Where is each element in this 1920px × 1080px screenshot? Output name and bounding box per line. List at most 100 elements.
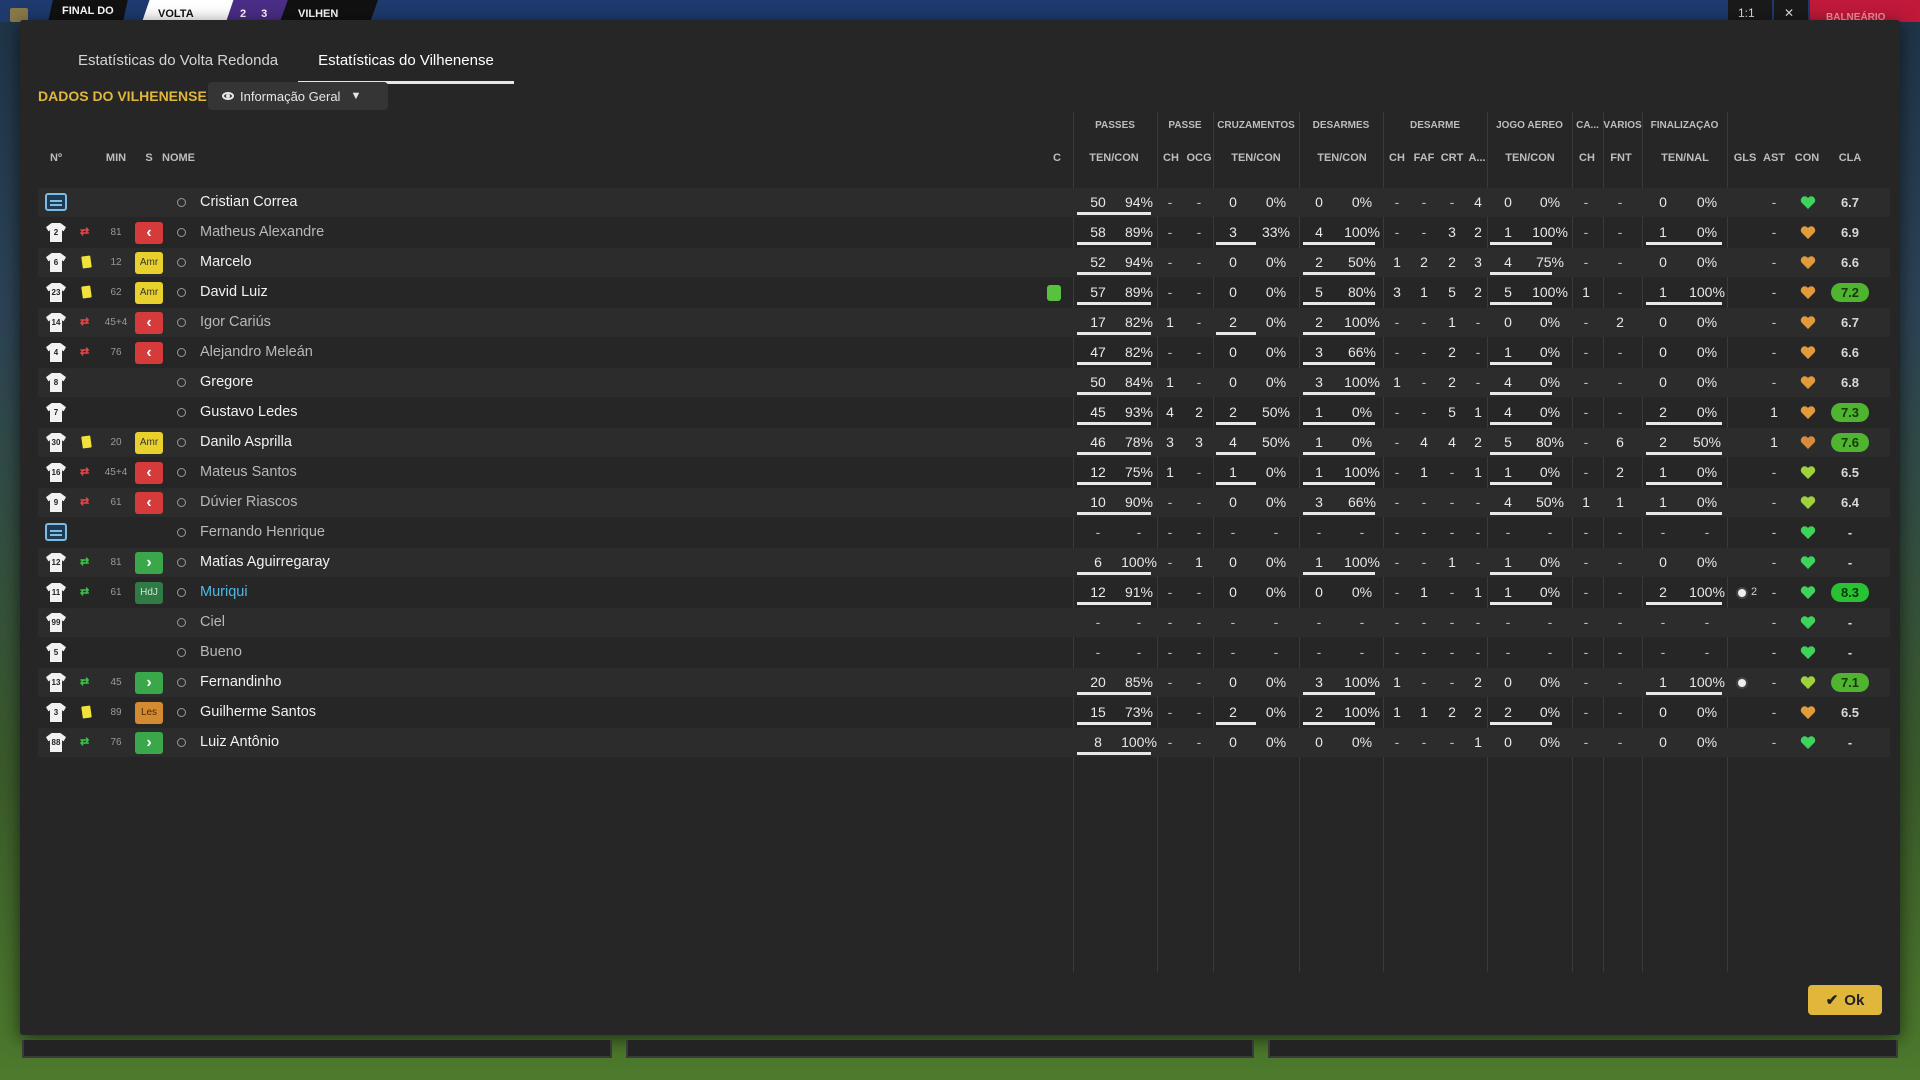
- table-row[interactable]: 6 12 Amr Marcelo 52 94% - -0 0% 2 50% 1 2 2 3 4 75% - -0 0%…: [38, 248, 1890, 277]
- column-header-des-a[interactable]: A...: [1466, 152, 1488, 164]
- bar-underline: [1077, 302, 1151, 305]
- player-name[interactable]: Matheus Alexandre: [200, 218, 500, 247]
- table-row[interactable]: 23 62 Amr David Luiz 57 89% - -0 0% 5 80% 3 1 5 2 5 100%…: [38, 278, 1890, 307]
- table-row[interactable]: 99 Ciel - - - - - - - - - - - - - - - - - - - -: [38, 608, 1890, 637]
- player-name[interactable]: Dúvier Riascos: [200, 488, 500, 517]
- table-row[interactable]: 5 Bueno - - - - - - - - - - - - - - - - - - - -: [38, 638, 1890, 667]
- column-header-ast[interactable]: AST: [1761, 152, 1787, 164]
- close-match-button[interactable]: ✕: [1774, 0, 1808, 22]
- player-name[interactable]: Alejandro Meleán: [200, 338, 500, 367]
- player-name[interactable]: Cristian Correa: [200, 188, 500, 217]
- column-header-s[interactable]: S: [136, 152, 162, 164]
- table-row[interactable]: 16 ⇄ 45+4 ‹ Mateus Santos 12 75% 1-1 0% 1 100% -1-1…: [38, 458, 1890, 487]
- player-name[interactable]: Danilo Asprilla: [200, 428, 500, 457]
- rating-badge: 7.2: [1831, 283, 1869, 302]
- player-name[interactable]: Muriqui: [200, 578, 500, 607]
- cruz-count: 0: [1229, 494, 1237, 510]
- ca-ch: -: [1583, 434, 1589, 450]
- player-profile-icon: [176, 528, 186, 538]
- player-name[interactable]: Mateus Santos: [200, 458, 500, 487]
- varios-fnt: -: [1617, 704, 1623, 720]
- cruz-percent: 0%: [1265, 464, 1287, 480]
- table-row[interactable]: 7 Gustavo Ledes 45 93% 4 2 2 50% 1 0% - -5 1 4 0% - -2 0%…: [38, 398, 1890, 427]
- desarme-dcrt: -: [1449, 644, 1455, 660]
- player-name[interactable]: Igor Cariús: [200, 308, 500, 337]
- cruz-percent: 0%: [1265, 584, 1287, 600]
- desarme-dcrt: 2: [1448, 254, 1456, 270]
- column-header-nome[interactable]: NOME: [162, 152, 222, 164]
- table-row[interactable]: 88 ⇄ 76 › Luiz Antônio 8 100% - -0 0% 0 0% - - -1 0 0% - -…: [38, 728, 1890, 757]
- player-name[interactable]: Gregore: [200, 368, 500, 397]
- player-name[interactable]: Matías Aguirregaray: [200, 548, 500, 577]
- table-row[interactable]: 30 20 Amr Danilo Asprilla 46 78% 3 3 4 50% 1 0% -4 4 2…: [38, 428, 1890, 457]
- column-header-passes[interactable]: TEN/CON: [1076, 152, 1152, 164]
- player-name[interactable]: Marcelo: [200, 248, 500, 277]
- group-header: VÁRIOS: [1603, 120, 1642, 131]
- column-header-aereo[interactable]: TEN/CON: [1490, 152, 1570, 164]
- desarme-dch: -: [1394, 404, 1400, 420]
- tab-volta-redonda[interactable]: Estatísticas do Volta Redonda: [58, 52, 298, 84]
- column-header-des-ch[interactable]: CH: [1386, 152, 1408, 164]
- sub-off-icon: ‹: [135, 342, 163, 364]
- column-header-passe-ch[interactable]: CH: [1160, 152, 1182, 164]
- ca-ch: -: [1583, 224, 1589, 240]
- view-dropdown[interactable]: Informação Geral ▼: [208, 82, 388, 110]
- desarme-da: -: [1475, 614, 1481, 630]
- column-header-con[interactable]: CON: [1790, 152, 1824, 164]
- varios-fnt: -: [1617, 344, 1623, 360]
- player-name[interactable]: Bueno: [200, 638, 500, 667]
- column-header-des-crt[interactable]: CRT: [1440, 152, 1464, 164]
- desarme-dch: -: [1394, 614, 1400, 630]
- column-header-cla[interactable]: CLA: [1832, 152, 1868, 164]
- column-header-passe-ocg[interactable]: OCG: [1184, 152, 1214, 164]
- minute-cell: 62: [110, 287, 122, 298]
- ca-ch: -: [1583, 344, 1589, 360]
- table-row[interactable]: 4 ⇄ 76 ‹ Alejandro Meleán 47 82% - -0 0% 3 66% - -2-1…: [38, 338, 1890, 367]
- column-header-fin[interactable]: TEN/NAL: [1645, 152, 1725, 164]
- table-row[interactable]: 13 ⇄ 45 › Fernandinho 20 85% - -0 0% 3 100% 1- -2 0 0% -…: [38, 668, 1890, 697]
- table-row[interactable]: 14 ⇄ 45+4 ‹ Igor Cariús 17 82% 1-2 0% 2 100% - -1-0 0…: [38, 308, 1890, 337]
- column-header-des-faf[interactable]: FAF: [1412, 152, 1436, 164]
- table-row[interactable]: 12 ⇄ 81 › Matías Aguirregaray 6 100% -1 0 0% 1 100%…: [38, 548, 1890, 577]
- table-row[interactable]: Cristian Correa 50 94% - -0 0% 0 0% - - -4 0 0% - -0 0%…: [38, 188, 1890, 217]
- player-name[interactable]: Fernando Henrique: [200, 518, 500, 547]
- speed-control[interactable]: 1:1: [1728, 0, 1772, 22]
- column-header-cruz[interactable]: TEN/CON: [1216, 152, 1296, 164]
- player-name[interactable]: Luiz Antônio: [200, 728, 500, 757]
- ok-button[interactable]: ✔ Ok: [1808, 985, 1882, 1015]
- shirt-icon: 14: [46, 313, 66, 332]
- table-row[interactable]: 11 ⇄ 61 HdJ Muriqui 12 91% - -0 0% 0 0% -1-1 1 0% - -2 10…: [38, 578, 1890, 607]
- column-header-min[interactable]: MIN: [98, 152, 134, 164]
- ca-ch: -: [1583, 734, 1589, 750]
- column-header-ca-ch[interactable]: CH: [1576, 152, 1598, 164]
- player-name[interactable]: Ciel: [200, 608, 500, 637]
- rating-badge: 6.9: [1840, 225, 1860, 240]
- sub-on-icon: ›: [135, 552, 163, 574]
- substitution-out-icon: ⇄: [80, 316, 90, 328]
- column-header-desarmes[interactable]: TEN/CON: [1304, 152, 1380, 164]
- table-row[interactable]: 8 Gregore 50 84% 1-0 0% 3 100% 1-2-4 0% - -0 0% -6.8: [38, 368, 1890, 397]
- column-header-c[interactable]: C: [1050, 152, 1064, 164]
- player-name[interactable]: David Luiz: [200, 278, 500, 307]
- ca-ch: -: [1583, 614, 1589, 630]
- column-header-gls[interactable]: GLS: [1732, 152, 1758, 164]
- morale-heart-icon: [1800, 555, 1816, 570]
- ca-ch: -: [1583, 254, 1589, 270]
- table-row[interactable]: 9 ⇄ 61 ‹ Dúvier Riascos 10 90% - -0 0% 3 66% - - - -4 50…: [38, 488, 1890, 517]
- table-row[interactable]: 3 89 Les Guilherme Santos 15 73% - -2 0% 2 100% 1 1 2…: [38, 698, 1890, 727]
- column-header-num[interactable]: Nº: [42, 152, 70, 164]
- player-name[interactable]: Fernandinho: [200, 668, 500, 697]
- table-row[interactable]: Fernando Henrique - - - - - - - - - - - - - - - - - - - -: [38, 518, 1890, 547]
- player-of-match-badge: HdJ: [135, 582, 163, 604]
- desarme-da: 2: [1474, 434, 1482, 450]
- aer-percent: -: [1547, 614, 1553, 630]
- dressing-room-button[interactable]: BALNEÁRIO: [1810, 0, 1920, 22]
- tab-vilhenense[interactable]: Estatísticas do Vilhenense: [298, 52, 514, 84]
- player-name[interactable]: Gustavo Ledes: [200, 398, 500, 427]
- passe-ocg: -: [1196, 464, 1202, 480]
- player-name[interactable]: Guilherme Santos: [200, 698, 500, 727]
- column-header-fnt[interactable]: FNT: [1608, 152, 1634, 164]
- ca-ch: -: [1583, 554, 1589, 570]
- table-row[interactable]: 2 ⇄ 81 ‹ Matheus Alexandre 58 89% - -3 33% 4 100% - -…: [38, 218, 1890, 247]
- rating-badge: 6.5: [1840, 705, 1860, 720]
